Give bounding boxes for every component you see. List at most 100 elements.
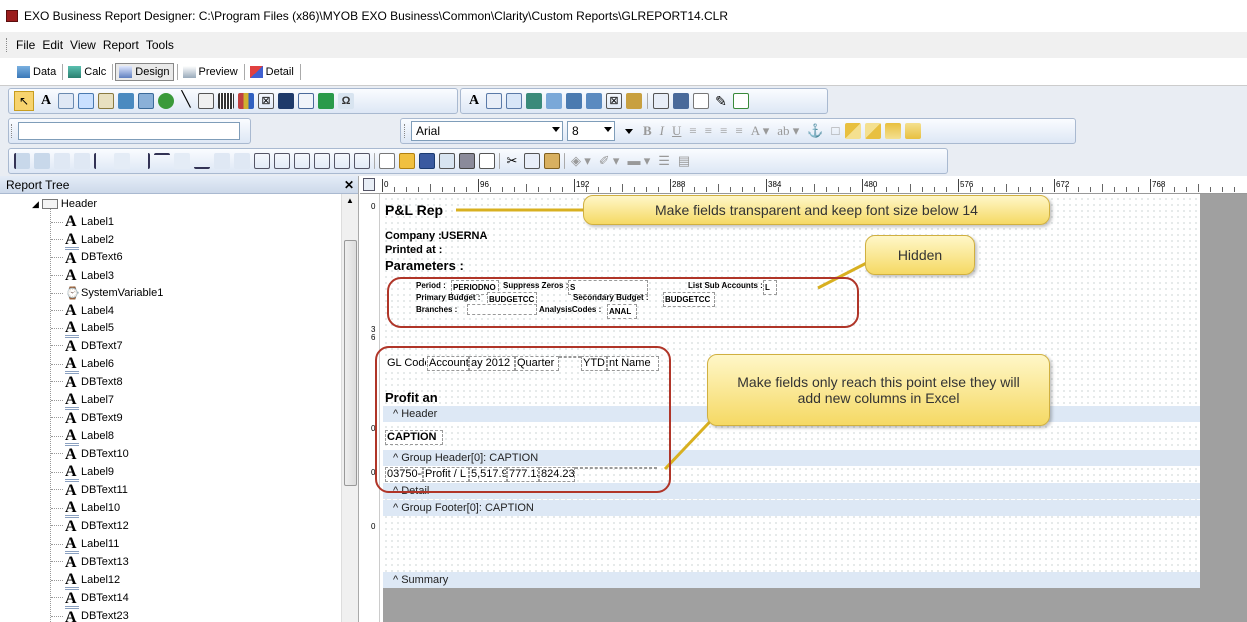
- align-left-edges-icon[interactable]: [94, 153, 110, 169]
- report-settings-icon[interactable]: [733, 93, 749, 109]
- tree-node-label3[interactable]: A Label3: [51, 267, 114, 284]
- tab-preview[interactable]: Preview: [180, 64, 241, 80]
- sysvar-tool-icon[interactable]: [98, 93, 114, 109]
- paper-tool-icon[interactable]: [693, 93, 709, 109]
- shape-tool-icon[interactable]: [158, 93, 174, 109]
- tree-node-systemvariable1[interactable]: ⌚ SystemVariable1: [51, 285, 163, 301]
- grid-tool-icon[interactable]: [653, 93, 669, 109]
- underline-icon[interactable]: U: [672, 123, 681, 139]
- italic-icon[interactable]: I: [660, 123, 664, 139]
- align-right-icon[interactable]: ≡: [720, 123, 727, 139]
- tree-node-label11[interactable]: A Label11: [51, 535, 119, 552]
- print-preview-icon[interactable]: [479, 153, 495, 169]
- tree-node-dbtext8[interactable]: A DBText8: [51, 371, 123, 391]
- chevron-down-icon[interactable]: [625, 128, 633, 134]
- line-dash-icon[interactable]: ▤: [678, 153, 690, 169]
- chevron-down-icon[interactable]: [604, 127, 612, 132]
- center-horiz-icon[interactable]: [294, 153, 310, 169]
- grip-handle[interactable]: [11, 124, 14, 138]
- line-thickness-icon[interactable]: ☰: [658, 153, 670, 169]
- tree-node-label1[interactable]: A Label1: [51, 213, 114, 230]
- line-color-icon[interactable]: ✐ ▾: [599, 153, 620, 169]
- space-vert-icon[interactable]: [74, 153, 90, 169]
- tree-node-label10[interactable]: A Label10: [51, 499, 120, 516]
- chevron-down-icon[interactable]: [552, 127, 560, 132]
- justify-icon[interactable]: ≡: [735, 123, 742, 139]
- send-backward-icon[interactable]: [905, 123, 922, 139]
- line-tool-icon[interactable]: ╲: [178, 92, 194, 109]
- save-icon[interactable]: [419, 153, 435, 169]
- grip-handle[interactable]: [6, 38, 9, 52]
- dbrichtext-tool-icon[interactable]: [506, 93, 522, 109]
- richtext-tool-icon[interactable]: [78, 93, 94, 109]
- crosstab-tool-icon[interactable]: Ω: [338, 93, 354, 109]
- space-equal-h-icon[interactable]: [214, 153, 230, 169]
- align-centers-icon[interactable]: [34, 153, 50, 169]
- tab-design[interactable]: Design: [115, 62, 174, 81]
- space-horiz-icon[interactable]: [54, 153, 70, 169]
- border-icon[interactable]: □: [831, 123, 839, 139]
- tab-detail[interactable]: Detail: [247, 64, 297, 80]
- line-style-icon[interactable]: ▬ ▾: [627, 153, 650, 169]
- copy-icon[interactable]: [524, 153, 540, 169]
- tree-node-dbtext7[interactable]: A DBText7: [51, 335, 123, 355]
- subreport-tool-icon[interactable]: [298, 93, 314, 109]
- font-color-icon[interactable]: A ▾: [751, 123, 769, 139]
- tree-node-dbtext6[interactable]: A DBText6: [51, 246, 123, 267]
- center-vert-icon[interactable]: [314, 153, 330, 169]
- tree-node-dbtext23[interactable]: A DBText23: [51, 605, 129, 622]
- tree-node-label5[interactable]: A Label5: [51, 319, 114, 336]
- tree-node-dbtext9[interactable]: A DBText9: [51, 407, 123, 427]
- menu-view[interactable]: View: [70, 38, 96, 52]
- align-tops-icon[interactable]: [154, 153, 170, 169]
- paste-icon[interactable]: [544, 153, 560, 169]
- tree-scrollbar[interactable]: ▲: [341, 194, 358, 622]
- size-height-icon[interactable]: [354, 153, 370, 169]
- align-lefts-icon[interactable]: [14, 153, 30, 169]
- bring-front-icon[interactable]: [845, 123, 862, 139]
- tab-data[interactable]: Data: [14, 64, 59, 80]
- dblabel-tool-icon[interactable]: A: [466, 93, 482, 109]
- send-back-icon[interactable]: [865, 123, 882, 139]
- new-icon[interactable]: [379, 153, 395, 169]
- tree-node-label6[interactable]: A Label6: [51, 355, 114, 372]
- highlight-color-icon[interactable]: ab ▾: [777, 123, 799, 139]
- tree-node-label12[interactable]: A Label12: [51, 571, 120, 588]
- tree-node-label7[interactable]: A Label7: [51, 391, 114, 408]
- close-icon[interactable]: ✕: [344, 178, 354, 192]
- align-v-centers-icon[interactable]: [174, 153, 190, 169]
- align-center-icon[interactable]: ≡: [705, 123, 712, 139]
- font-name-select[interactable]: Arial: [411, 121, 563, 141]
- component-name-field[interactable]: [18, 122, 240, 140]
- space-equal-v-icon[interactable]: [234, 153, 250, 169]
- open-folder-icon[interactable]: [399, 153, 415, 169]
- tree-node-dbtext12[interactable]: A DBText12: [51, 515, 129, 535]
- dbcheckbox-tool-icon[interactable]: ⊠: [606, 93, 622, 109]
- menu-edit[interactable]: Edit: [42, 38, 63, 52]
- tree-node-label4[interactable]: A Label4: [51, 302, 114, 319]
- align-left-icon[interactable]: ≡: [689, 123, 696, 139]
- expand-triangle-icon[interactable]: ◢: [32, 199, 39, 210]
- tree-node-dbtext10[interactable]: A DBText10: [51, 443, 129, 463]
- scroll-thumb[interactable]: [344, 240, 357, 486]
- bring-forward-icon[interactable]: [885, 123, 902, 139]
- dbcalc-tool-icon[interactable]: [318, 93, 334, 109]
- image-tool-icon[interactable]: [138, 93, 154, 109]
- cut-icon[interactable]: ✂: [504, 153, 520, 169]
- dbchart-tool-icon[interactable]: [586, 93, 602, 109]
- page-setup-icon[interactable]: [439, 153, 455, 169]
- barcode-tool-icon[interactable]: [218, 93, 234, 109]
- select-pointer-icon[interactable]: ↖: [14, 91, 34, 111]
- menu-file[interactable]: File: [16, 38, 35, 52]
- bold-icon[interactable]: B: [643, 123, 652, 139]
- size-width-icon[interactable]: [334, 153, 350, 169]
- menu-report[interactable]: Report: [103, 38, 139, 52]
- tree-node-label8[interactable]: A Label8: [51, 427, 114, 444]
- tree-node-dbtext14[interactable]: A DBText14: [51, 587, 129, 607]
- tree-node-label9[interactable]: A Label9: [51, 463, 114, 480]
- align-right-edges-icon[interactable]: [134, 153, 150, 169]
- chart-tool-icon[interactable]: [238, 93, 254, 109]
- checkbox-tool-icon[interactable]: ⊠: [258, 93, 274, 109]
- dbbarcode-tool-icon[interactable]: [566, 93, 582, 109]
- menu-tools[interactable]: Tools: [146, 38, 174, 52]
